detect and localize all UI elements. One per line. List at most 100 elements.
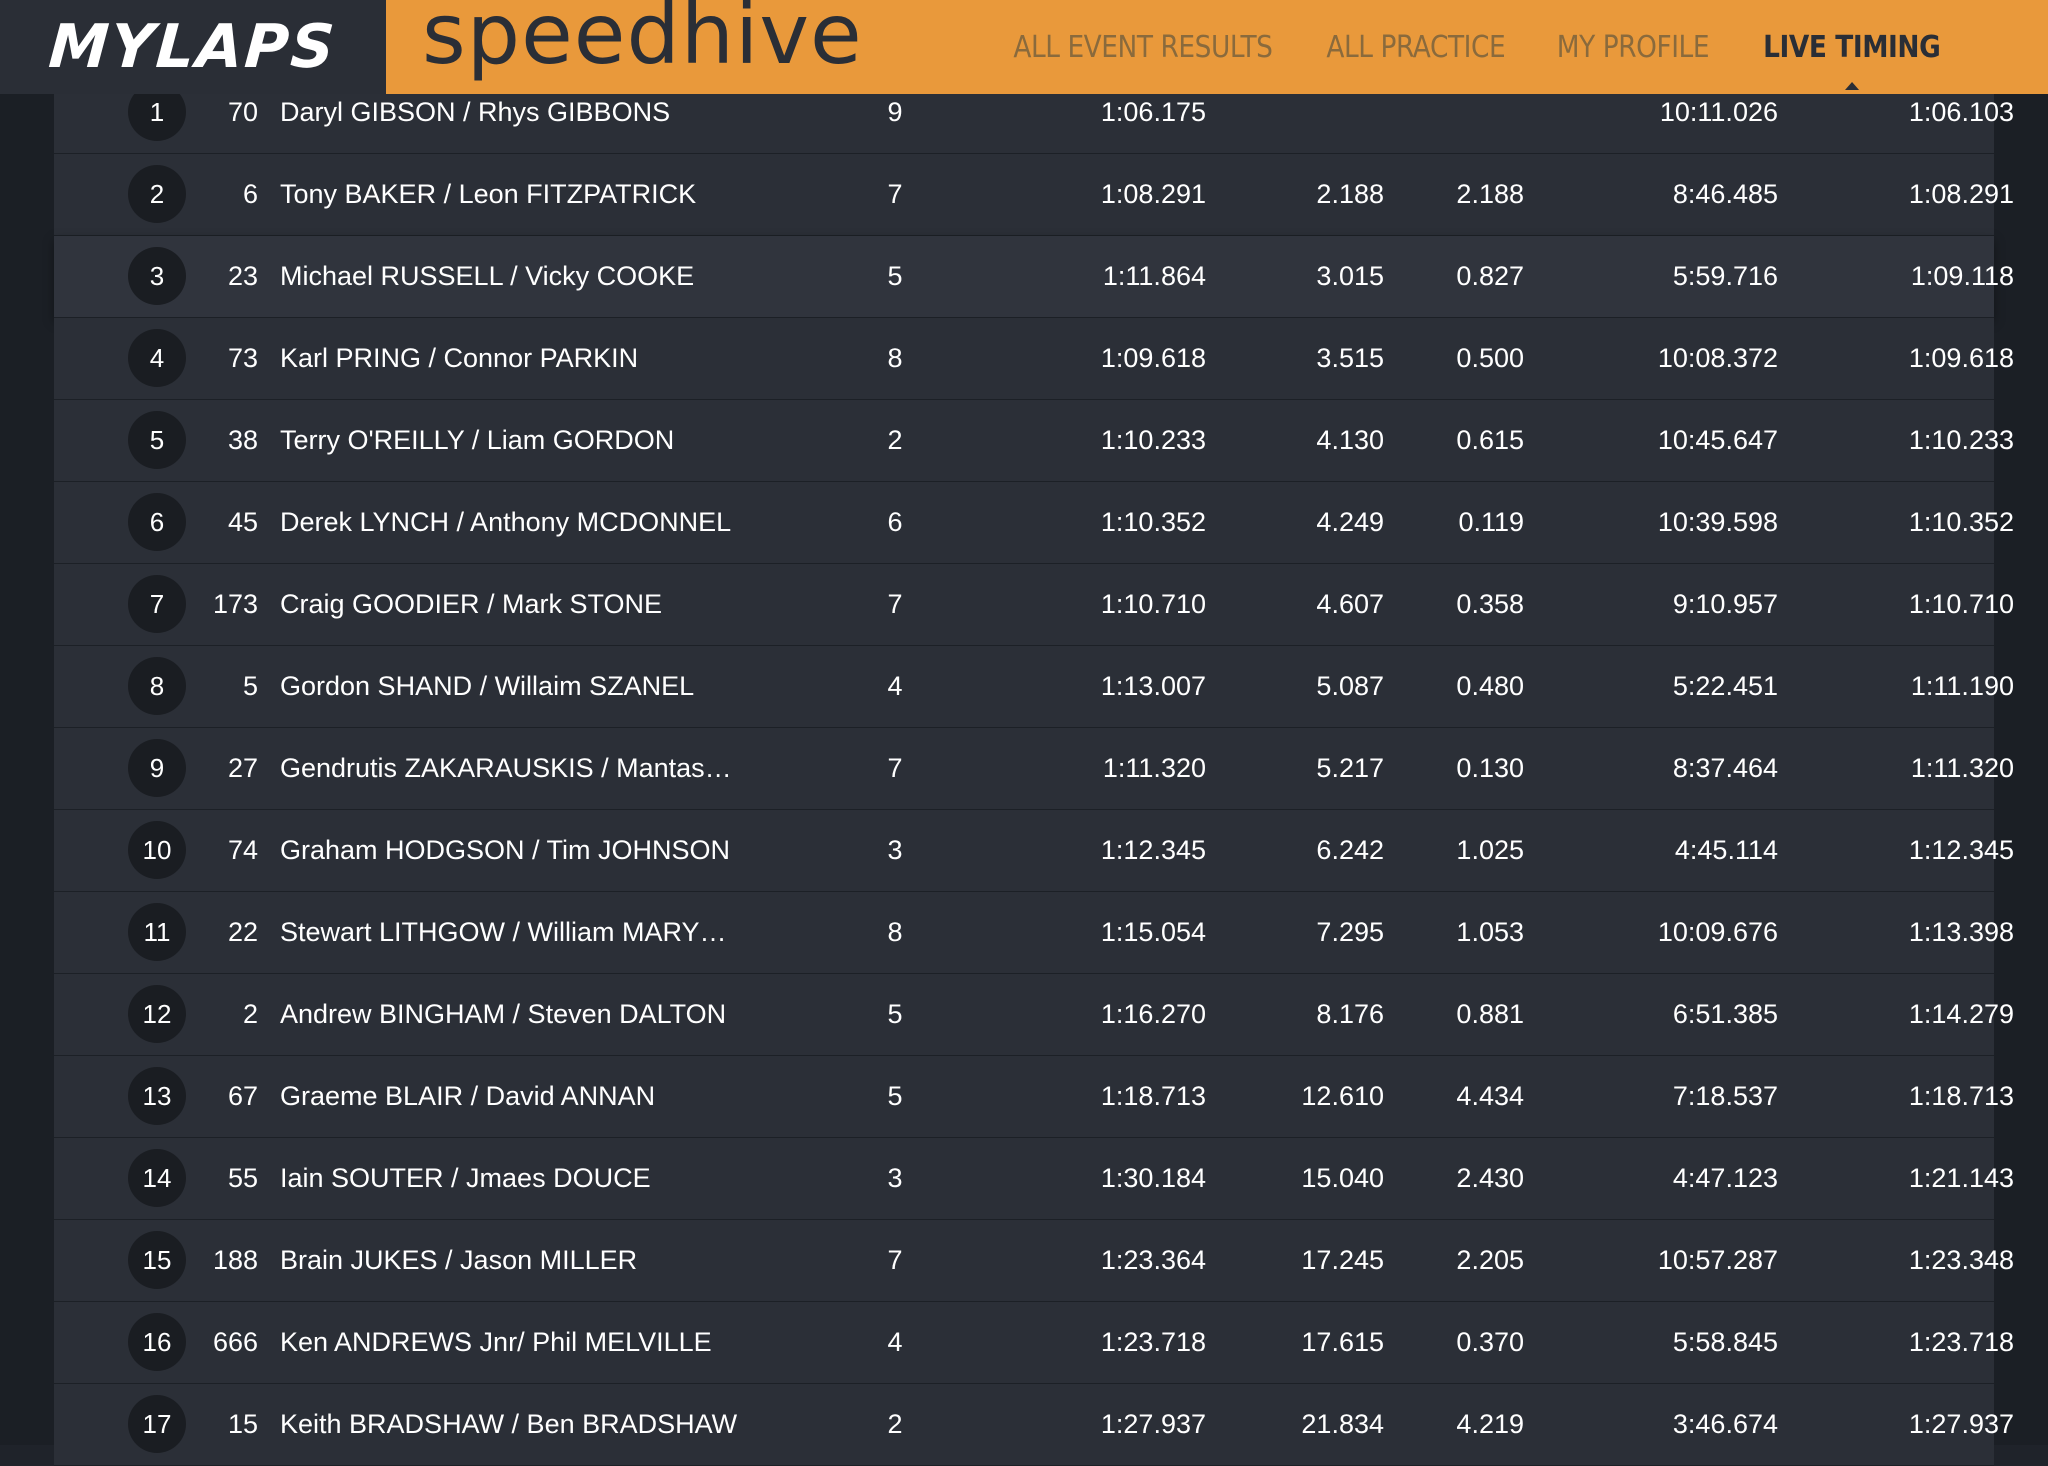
table-row[interactable]: 2 6 Tony BAKER / Leon FITZPATRICK 7 1:08.291…	[54, 154, 2014, 236]
driver-names: Craig GOODIER / Mark STONE	[280, 589, 663, 619]
mylaps-logo[interactable]: MYLAPS	[0, 0, 386, 94]
car-number: 2	[242, 999, 258, 1029]
mylaps-logo-text: MYLAPS	[47, 12, 339, 82]
driver-names: Iain SOUTER / Jmaes DOUCE	[280, 1163, 651, 1193]
driver-names: Karl PRING / Connor PARKIN	[280, 343, 639, 373]
position-badge: 5	[128, 411, 186, 469]
last-lap: 1:23.718	[1908, 1327, 2014, 1357]
last-lap: 1:14.279	[1908, 999, 2014, 1029]
table-row[interactable]: 16 666 Ken ANDREWS Jnr/ Phil MELVILLE 4 1:23…	[54, 1302, 2014, 1384]
nav-all-practice[interactable]: ALL PRACTICE	[1327, 30, 1506, 65]
driver-names: Tony BAKER / Leon FITZPATRICK	[280, 179, 697, 209]
lap-count: 8	[887, 917, 903, 947]
table-row[interactable]: 14 55 Iain SOUTER / Jmaes DOUCE 3 1:30.184 15…	[54, 1138, 2014, 1220]
last-lap: 1:10.233	[1908, 425, 2014, 455]
nav-all-event-results[interactable]: ALL EVENT RESULTS	[1013, 30, 1273, 65]
table-row[interactable]: 12 2 Andrew BINGHAM / Steven DALTON 5 1:16.2…	[54, 974, 2014, 1056]
lap-count: 5	[887, 1081, 903, 1111]
gap-to-leader: 5.217	[1316, 753, 1384, 783]
lap-count: 7	[887, 179, 903, 209]
table-row[interactable]: 10 74 Graham HODGSON / Tim JOHNSON 3 1:12.34…	[54, 810, 2014, 892]
table-row[interactable]: 7 173 Craig GOODIER / Mark STONE 7 1:10.710 4…	[54, 564, 2014, 646]
car-number: 6	[242, 179, 258, 209]
lap-count: 2	[887, 1409, 903, 1439]
gap-to-leader: 17.615	[1301, 1327, 1384, 1357]
driver-names: Stewart LITHGOW / William MARY…	[280, 917, 727, 947]
diff-to-previous: 1.053	[1456, 917, 1524, 947]
best-lap: 1:27.937	[1100, 1409, 1206, 1439]
lap-count: 3	[887, 835, 903, 865]
last-lap: 1:11.320	[1910, 753, 2014, 783]
driver-names: Ken ANDREWS Jnr/ Phil MELVILLE	[280, 1327, 712, 1357]
speedhive-logo[interactable]: speedhive	[422, 0, 863, 76]
gap-to-leader: 4.130	[1316, 425, 1384, 455]
diff-to-previous: 0.615	[1456, 425, 1524, 455]
best-lap: 1:11.864	[1102, 261, 1206, 291]
position-badge: 9	[128, 739, 186, 797]
position-badge: 15	[128, 1231, 186, 1289]
total-time: 4:47.123	[1672, 1163, 1778, 1193]
gap-to-leader: 21.834	[1301, 1409, 1384, 1439]
table-row[interactable]: 15 188 Brain JUKES / Jason MILLER 7 1:23.364…	[54, 1220, 2014, 1302]
lap-count: 6	[887, 507, 903, 537]
driver-names: Gordon SHAND / Willaim SZANEL	[280, 671, 695, 701]
car-number: 67	[227, 1081, 258, 1111]
diff-to-previous: 4.219	[1456, 1409, 1524, 1439]
driver-names: Graham HODGSON / Tim JOHNSON	[280, 835, 731, 865]
position-badge: 11	[128, 903, 186, 961]
best-lap: 1:23.364	[1100, 1245, 1206, 1275]
gap-to-leader: 5.087	[1316, 671, 1384, 701]
car-number: 23	[227, 261, 258, 291]
best-lap: 1:30.184	[1100, 1163, 1206, 1193]
position-badge: 3	[128, 247, 186, 305]
gap-to-leader: 3.015	[1316, 261, 1384, 291]
diff-to-previous: 1.025	[1456, 835, 1524, 865]
best-lap: 1:12.345	[1100, 835, 1206, 865]
table-row[interactable]: 8 5 Gordon SHAND / Willaim SZANEL 4 1:13.007…	[54, 646, 2014, 728]
lap-count: 4	[887, 671, 903, 701]
driver-names: Michael RUSSELL / Vicky COOKE	[280, 261, 695, 291]
best-lap: 1:08.291	[1100, 179, 1206, 209]
total-time: 5:58.845	[1672, 1327, 1778, 1357]
car-number: 173	[212, 589, 258, 619]
position-badge: 2	[128, 165, 186, 223]
gap-to-leader: 17.245	[1301, 1245, 1384, 1275]
table-row[interactable]: 3 23 Michael RUSSELL / Vicky COOKE 5 1:11.86…	[54, 236, 2014, 318]
total-time: 9:10.957	[1672, 589, 1778, 619]
table-row[interactable]: 6 45 Derek LYNCH / Anthony MCDONNEL 6 1:10.3…	[54, 482, 2014, 564]
best-lap: 1:11.320	[1102, 753, 1206, 783]
table-row[interactable]: 5 38 Terry O'REILLY / Liam GORDON 2 1:10.233…	[54, 400, 2014, 482]
table-row[interactable]: 11 22 Stewart LITHGOW / William MARY… 8 1:15…	[54, 892, 2014, 974]
lap-count: 2	[887, 425, 903, 455]
diff-to-previous: 2.188	[1456, 179, 1524, 209]
gap-to-leader: 8.176	[1316, 999, 1384, 1029]
best-lap: 1:10.233	[1100, 425, 1206, 455]
lap-count: 5	[887, 261, 903, 291]
total-time: 10:39.598	[1657, 507, 1778, 537]
table-row[interactable]: 9 27 Gendrutis ZAKARAUSKIS / Mantas… 7 1:11.…	[54, 728, 2014, 810]
best-lap: 1:23.718	[1100, 1327, 1206, 1357]
nav-live-timing[interactable]: LIVE TIMING	[1763, 30, 1940, 90]
main-nav: ALL EVENT RESULTS ALL PRACTICE MY PROFILE L…	[948, 0, 1940, 94]
last-lap: 1:23.348	[1908, 1245, 2014, 1275]
diff-to-previous: 0.358	[1456, 589, 1524, 619]
position-badge: 13	[128, 1067, 186, 1125]
last-lap: 1:18.713	[1908, 1081, 2014, 1111]
site-header: MYLAPS speedhive ALL EVENT RESULTS ALL PR…	[0, 0, 2048, 94]
total-time: 10:57.287	[1657, 1245, 1778, 1275]
nav-my-profile[interactable]: MY PROFILE	[1556, 30, 1709, 65]
lap-count: 7	[887, 1245, 903, 1275]
car-number: 15	[227, 1409, 258, 1439]
last-lap: 1:10.710	[1908, 589, 2014, 619]
gap-to-leader: 4.249	[1316, 507, 1384, 537]
position-badge: 4	[128, 329, 186, 387]
last-lap: 1:10.352	[1908, 507, 2014, 537]
table-row[interactable]: 13 67 Graeme BLAIR / David ANNAN 5 1:18.713 1…	[54, 1056, 2014, 1138]
table-row[interactable]: 17 15 Keith BRADSHAW / Ben BRADSHAW 2 1:27.9…	[54, 1384, 2014, 1466]
car-number: 22	[227, 917, 258, 947]
car-number: 45	[227, 507, 258, 537]
gap-to-leader: 2.188	[1316, 179, 1384, 209]
table-row[interactable]: 4 73 Karl PRING / Connor PARKIN 8 1:09.618 3.…	[54, 318, 2014, 400]
car-number: 55	[227, 1163, 258, 1193]
diff-to-previous: 0.370	[1456, 1327, 1524, 1357]
